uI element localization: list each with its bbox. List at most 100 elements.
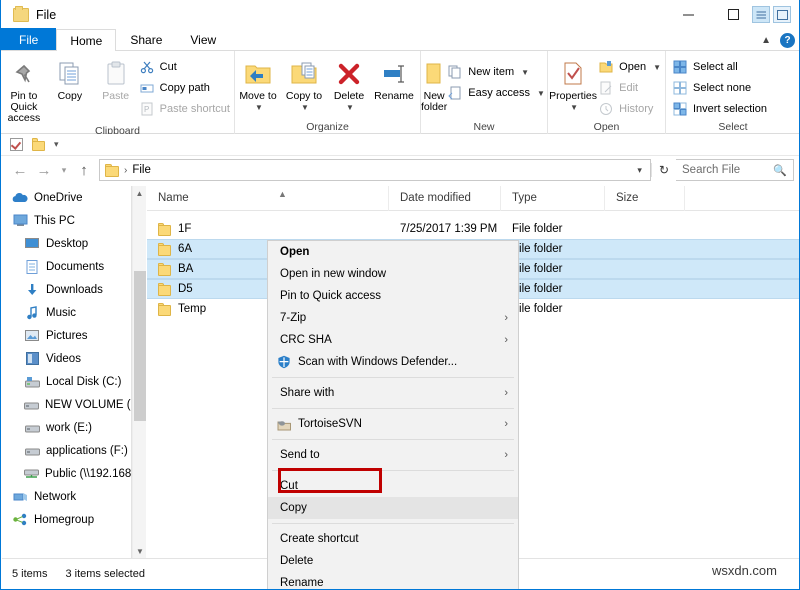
select-none-label: Select none (693, 82, 751, 94)
cut-button[interactable]: Cut (139, 58, 234, 76)
nav-item-pictures[interactable]: Pictures (2, 324, 131, 347)
select-all-button[interactable]: Select all (672, 58, 771, 76)
invert-selection-button[interactable]: Invert selection (672, 100, 771, 118)
context-menu-item-copy[interactable]: Copy (268, 497, 518, 519)
nav-item-network[interactable]: Network (2, 485, 131, 508)
history-button[interactable]: History (598, 100, 665, 118)
nav-item-applications-f[interactable]: applications (F:) (2, 439, 131, 462)
refresh-icon[interactable]: ↻ (651, 163, 676, 177)
open-button[interactable]: Open ▼ (598, 58, 665, 76)
navigation-pane-scrollbar[interactable]: ▲ ▼ (132, 186, 146, 558)
chevron-down-icon[interactable]: ▼ (537, 89, 545, 98)
chevron-down-icon[interactable]: ▼ (301, 102, 309, 113)
chevron-down-icon[interactable]: ▼ (570, 102, 578, 113)
paste-shortcut-button[interactable]: P Paste shortcut (139, 100, 234, 118)
up-arrow-icon[interactable]: ↑ (72, 159, 96, 181)
nav-item-music[interactable]: Music (2, 301, 131, 324)
chevron-up-icon[interactable]: ▲ (133, 186, 146, 200)
tab-view[interactable]: View (176, 28, 230, 50)
customize-caret-icon[interactable]: ▾ (54, 139, 59, 150)
nav-item-this-pc[interactable]: This PC (2, 209, 131, 232)
search-input[interactable]: Search File 🔍 (676, 159, 794, 181)
properties-button[interactable]: Properties ▼ (548, 55, 598, 113)
help-icon[interactable]: ? (780, 33, 795, 48)
copy-path-button[interactable]: Copy path (139, 79, 234, 97)
nav-item-new-volume-d[interactable]: NEW VOLUME (D (2, 393, 131, 416)
large-icons-view-button[interactable] (773, 6, 791, 23)
chevron-up-icon[interactable]: ▲ (761, 35, 771, 46)
context-menu-item-crc-sha[interactable]: CRC SHA › (268, 329, 518, 351)
easy-access-button[interactable]: Easy access ▼ (447, 84, 549, 102)
maximize-button[interactable] (711, 0, 756, 29)
tab-share[interactable]: Share (116, 28, 176, 50)
paste-label: Paste (102, 91, 129, 102)
pin-to-quick-access-button[interactable]: Pin to Quick access (1, 55, 47, 124)
nav-item-downloads[interactable]: Downloads (2, 278, 131, 301)
nav-item-homegroup[interactable]: Homegroup (2, 508, 131, 531)
context-menu-item-scan-with-windows-defender[interactable]: Scan with Windows Defender... (268, 351, 518, 373)
context-menu-item-tortoisesvn[interactable]: TortoiseSVN › (268, 413, 518, 435)
properties-checkbox-icon[interactable] (10, 138, 23, 151)
minimize-button[interactable] (666, 0, 711, 29)
tab-home[interactable]: Home (56, 29, 116, 51)
chevron-down-icon[interactable]: ▼ (521, 68, 529, 77)
context-menu-item-open-in-new-window[interactable]: Open in new window (268, 263, 518, 285)
context-menu-item-share-with[interactable]: Share with › (268, 382, 518, 404)
context-menu-item-pin-to-quick-access[interactable]: Pin to Quick access (268, 285, 518, 307)
back-arrow-icon[interactable]: ← (8, 159, 32, 181)
this-pc-icon (12, 213, 28, 229)
delete-button[interactable]: Delete ▼ (327, 55, 371, 113)
move-to-button[interactable]: Move to ▼ (235, 55, 281, 113)
address-path-box[interactable]: › File ▾ (99, 159, 651, 181)
nav-item-desktop[interactable]: Desktop (2, 232, 131, 255)
context-menu-item-delete[interactable]: Delete (268, 550, 518, 572)
nav-item-documents[interactable]: Documents (2, 255, 131, 278)
edit-button[interactable]: Edit (598, 79, 665, 97)
navigation-pane[interactable]: OneDrive This PC Desktop Documents Downl… (2, 186, 131, 558)
context-menu-item-7-zip[interactable]: 7-Zip › (268, 307, 518, 329)
new-folder-button[interactable]: New folder (421, 55, 447, 113)
row-name-cell: 1F (147, 223, 389, 236)
new-item-button[interactable]: New item ▼ (447, 63, 549, 81)
quick-access-toolbar: ▾ (1, 134, 800, 156)
downloads-icon (24, 282, 40, 298)
chevron-down-icon[interactable]: ▼ (653, 63, 661, 72)
copy-button[interactable]: Copy (47, 55, 93, 102)
chevron-down-icon[interactable]: ▼ (133, 544, 147, 558)
context-menu-item-rename[interactable]: Rename (268, 572, 518, 590)
paste-button[interactable]: Paste (93, 55, 139, 102)
context-menu-item-send-to[interactable]: Send to › (268, 444, 518, 466)
nav-item-onedrive[interactable]: OneDrive (2, 186, 131, 209)
column-header-size[interactable]: Size (605, 186, 685, 211)
nav-item-public-network-drive[interactable]: Public (\\192.168 (2, 462, 131, 485)
open-label: Open (619, 61, 646, 73)
column-header-name[interactable]: Name (147, 186, 389, 211)
rename-button[interactable]: Rename (371, 55, 417, 102)
new-small-buttons: New item ▼ Easy access ▼ (447, 55, 549, 102)
tab-file[interactable]: File (1, 28, 56, 50)
chevron-down-icon[interactable]: ▾ (629, 165, 650, 176)
nav-item-local-disk-c[interactable]: Local Disk (C:) (2, 370, 131, 393)
nav-label: Desktop (46, 238, 88, 250)
column-headers: Name Date modified Type Size ▲ (147, 186, 799, 211)
chevron-down-icon[interactable]: ▼ (346, 102, 354, 113)
scrollbar-thumb[interactable] (134, 271, 146, 421)
select-none-button[interactable]: Select none (672, 79, 771, 97)
details-view-button[interactable] (752, 6, 770, 23)
nav-item-videos[interactable]: Videos (2, 347, 131, 370)
forward-arrow-icon[interactable]: → (32, 159, 56, 181)
folder-icon (158, 283, 171, 296)
chevron-down-icon[interactable]: ▼ (255, 102, 263, 113)
desktop-icon (24, 236, 40, 252)
new-folder-icon[interactable] (32, 138, 45, 151)
nav-item-work-e[interactable]: work (E:) (2, 416, 131, 439)
column-header-date-modified[interactable]: Date modified (389, 186, 501, 211)
paste-shortcut-icon: P (139, 101, 155, 117)
table-row[interactable]: 1F 7/25/2017 1:39 PM File folder (147, 219, 799, 239)
context-menu-item-open[interactable]: Open (268, 241, 518, 263)
recent-locations-icon[interactable]: ▾ (56, 159, 72, 181)
breadcrumb[interactable]: File (132, 164, 151, 176)
copy-to-button[interactable]: Copy to ▼ (281, 55, 327, 113)
context-menu-item-create-shortcut[interactable]: Create shortcut (268, 528, 518, 550)
column-header-type[interactable]: Type (501, 186, 605, 211)
